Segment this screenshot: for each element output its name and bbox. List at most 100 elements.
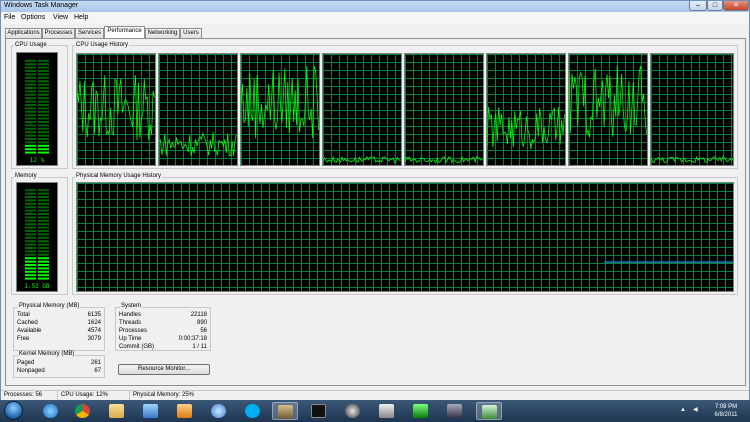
steam-icon bbox=[345, 404, 360, 418]
meter-segment bbox=[25, 216, 36, 219]
start-button[interactable] bbox=[2, 400, 26, 422]
meter-segment bbox=[25, 264, 36, 266]
cpu-history-line bbox=[651, 155, 733, 164]
tab-processes[interactable]: Processes bbox=[42, 28, 75, 38]
meter-segment bbox=[38, 127, 49, 130]
tab-services[interactable]: Services bbox=[75, 28, 104, 38]
tab-performance[interactable]: Performance bbox=[104, 26, 145, 38]
taskbar-game-character[interactable] bbox=[442, 402, 468, 420]
system-title: System bbox=[120, 303, 143, 309]
tab-networking[interactable]: Networking bbox=[145, 28, 180, 38]
cpu-usage-value: 12 % bbox=[29, 157, 45, 164]
meter-segment bbox=[38, 209, 49, 212]
meter-segment bbox=[38, 144, 49, 147]
physical-memory-group: Physical Memory (MB) Total 6135 Cached 162… bbox=[13, 303, 105, 351]
meter-segment bbox=[38, 93, 49, 96]
taskbar-explorer[interactable] bbox=[104, 402, 130, 420]
resource-monitor-button[interactable]: Resource Monitor... bbox=[118, 364, 210, 375]
close-icon[interactable]: ✕ bbox=[723, 1, 749, 11]
meter-segment bbox=[38, 76, 49, 79]
meter-segment bbox=[38, 277, 49, 280]
taskbar-ie[interactable] bbox=[38, 402, 64, 420]
meter-segment bbox=[25, 110, 36, 113]
meter-segment bbox=[38, 202, 49, 205]
stat-value: 3079 bbox=[87, 336, 101, 342]
meter-segment bbox=[25, 219, 36, 222]
taskbar-chrome[interactable] bbox=[70, 402, 96, 420]
taskbar-game[interactable] bbox=[272, 402, 298, 420]
taskbar-itunes[interactable] bbox=[206, 402, 232, 420]
stat-value: 4574 bbox=[87, 328, 101, 334]
stat-label: Threads bbox=[119, 320, 142, 326]
meter-segment bbox=[25, 230, 36, 232]
taskbar-media-center[interactable] bbox=[172, 402, 198, 420]
meter-segment bbox=[38, 213, 49, 215]
meter-segment bbox=[25, 223, 36, 226]
cpu-usage-label: CPU Usage bbox=[14, 42, 48, 48]
meter-segment bbox=[25, 73, 36, 76]
system-group: System Handles 22118 Threads 890 Processes… bbox=[115, 303, 211, 351]
tab-applications[interactable]: Applications bbox=[5, 28, 42, 38]
taskbar: ▲ ◀ 7:08 PM 6/8/2011 bbox=[0, 400, 750, 422]
disc-tool-icon bbox=[379, 404, 394, 418]
stat-value: 56 bbox=[200, 328, 207, 334]
start-orb-icon bbox=[4, 401, 23, 420]
meter-segment bbox=[25, 100, 36, 103]
menu-options[interactable]: Options bbox=[21, 14, 45, 21]
meter-segment bbox=[38, 247, 49, 249]
meter-segment bbox=[25, 151, 36, 154]
menu-view[interactable]: View bbox=[53, 14, 68, 21]
cpu-history-line bbox=[77, 75, 155, 141]
maximize-icon[interactable]: □ bbox=[707, 1, 723, 11]
meter-segment bbox=[38, 236, 49, 239]
meter-segment bbox=[38, 148, 49, 151]
cpu-core-graph bbox=[650, 53, 734, 166]
title-bar[interactable]: Windows Task Manager ‒ □ ✕ bbox=[1, 1, 749, 12]
stat-value: 0:00:37:18 bbox=[178, 336, 207, 342]
meter-segment bbox=[25, 104, 36, 106]
meter-segment bbox=[25, 189, 36, 192]
meter-segment bbox=[25, 240, 36, 243]
taskbar-steam[interactable] bbox=[340, 402, 366, 420]
taskbar-console[interactable] bbox=[306, 402, 332, 420]
clock[interactable]: 7:08 PM 6/8/2011 bbox=[708, 403, 744, 419]
taskbar-fraps[interactable] bbox=[408, 402, 434, 420]
menu-help[interactable]: Help bbox=[74, 14, 88, 21]
meter-segment bbox=[38, 226, 49, 229]
meter-segment bbox=[25, 250, 36, 253]
meter-segment bbox=[38, 206, 49, 209]
meter-segment bbox=[25, 196, 36, 198]
meter-segment bbox=[38, 192, 49, 195]
meter-segment bbox=[38, 104, 49, 106]
taskbar-disc-tool[interactable] bbox=[374, 402, 400, 420]
meter-segment bbox=[38, 257, 49, 260]
menu-file[interactable]: File bbox=[4, 14, 15, 21]
meter-segment bbox=[25, 59, 36, 62]
stat-value: 1624 bbox=[87, 320, 101, 326]
meter-segment bbox=[38, 216, 49, 219]
meter-segment bbox=[25, 93, 36, 96]
stat-label: Total bbox=[17, 312, 30, 318]
taskbar-media-player[interactable] bbox=[138, 402, 164, 420]
cpu-core-graph bbox=[322, 53, 402, 166]
meter-segment bbox=[25, 148, 36, 151]
meter-segment bbox=[25, 87, 36, 89]
meter-segment bbox=[25, 270, 36, 273]
meter-segment bbox=[38, 121, 49, 123]
meter-segment bbox=[38, 189, 49, 192]
meter-segment bbox=[25, 202, 36, 205]
meter-segment bbox=[38, 134, 49, 137]
meter-segment bbox=[38, 240, 49, 243]
meter-segment bbox=[38, 124, 49, 127]
fraps-icon bbox=[413, 404, 428, 418]
meter-segment bbox=[38, 151, 49, 154]
meter-segment bbox=[38, 230, 49, 232]
meter-segment bbox=[38, 243, 49, 246]
taskbar-task-manager[interactable] bbox=[476, 402, 502, 420]
tab-users[interactable]: Users bbox=[180, 28, 202, 38]
minimize-icon[interactable]: ‒ bbox=[689, 1, 707, 11]
task-manager-icon bbox=[482, 405, 497, 419]
volume-icon[interactable]: ◀ bbox=[693, 406, 698, 413]
tray-expand-icon[interactable]: ▲ bbox=[680, 407, 686, 413]
taskbar-skype[interactable] bbox=[240, 402, 266, 420]
